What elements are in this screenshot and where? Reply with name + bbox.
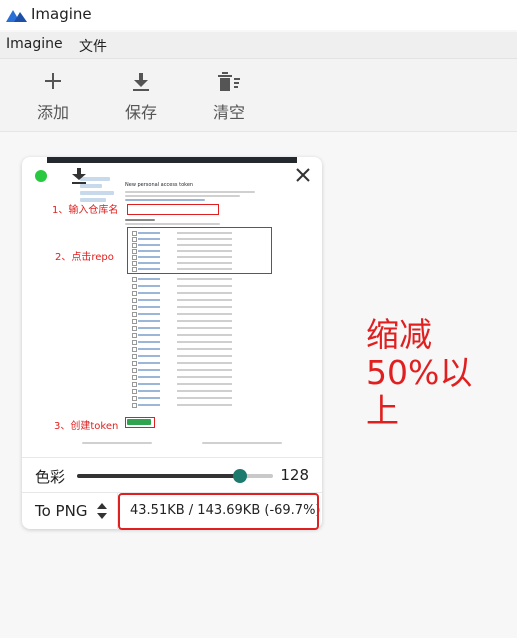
preview-line [125, 199, 205, 201]
save-button[interactable]: 保存 [111, 59, 171, 131]
preview-doc-title: New personal access token [125, 182, 194, 188]
app-logo-icon [6, 7, 28, 26]
size-highlight-box [118, 493, 319, 530]
slider-fill [77, 474, 240, 478]
image-preview[interactable]: New personal access token 1、输入仓库名 2、点击re… [22, 157, 322, 455]
preview-line [125, 191, 255, 193]
create-token-highlight [125, 417, 155, 428]
title-bar: Imagine [0, 0, 517, 30]
color-value: 128 [280, 466, 309, 484]
repo-name-highlight [127, 204, 219, 215]
trash-icon [218, 72, 240, 91]
clear-button[interactable]: 清空 [199, 59, 259, 131]
plus-icon [45, 73, 61, 89]
preview-line [125, 223, 220, 225]
format-select[interactable]: To PNG [35, 502, 87, 520]
add-label: 添加 [36, 103, 69, 122]
clear-label: 清空 [212, 103, 245, 122]
download-icon [133, 73, 149, 91]
up-down-icon[interactable] [97, 503, 107, 523]
preview-footer [202, 442, 282, 444]
annotation-step3: 3、创建token [54, 421, 119, 432]
menu-bar: Imagine 文件 [0, 32, 517, 59]
menu-item-file[interactable]: 文件 [79, 36, 107, 56]
app-title: Imagine [31, 5, 92, 23]
save-label: 保存 [124, 103, 157, 122]
status-dot [35, 170, 47, 182]
image-card: New personal access token 1、输入仓库名 2、点击re… [22, 157, 322, 530]
reduction-note: 缩减50%以上 [366, 315, 473, 430]
add-button[interactable]: 添加 [23, 59, 83, 131]
annotation-step1: 1、输入仓库名 [52, 205, 119, 216]
close-icon[interactable] [295, 167, 311, 187]
menu-item-imagine[interactable]: Imagine [6, 36, 63, 52]
color-row: 色彩 128 [22, 457, 322, 492]
preview-footer [82, 442, 152, 444]
slider-knob[interactable] [232, 469, 247, 483]
color-slider[interactable] [77, 469, 273, 483]
preview-line [125, 195, 240, 197]
toolbar: 添加 保存 清空 [0, 59, 517, 132]
download-icon[interactable] [71, 167, 87, 189]
preview-line [125, 219, 155, 221]
color-label: 色彩 [35, 468, 66, 486]
annotation-step2: 2、点击repo [55, 252, 114, 263]
